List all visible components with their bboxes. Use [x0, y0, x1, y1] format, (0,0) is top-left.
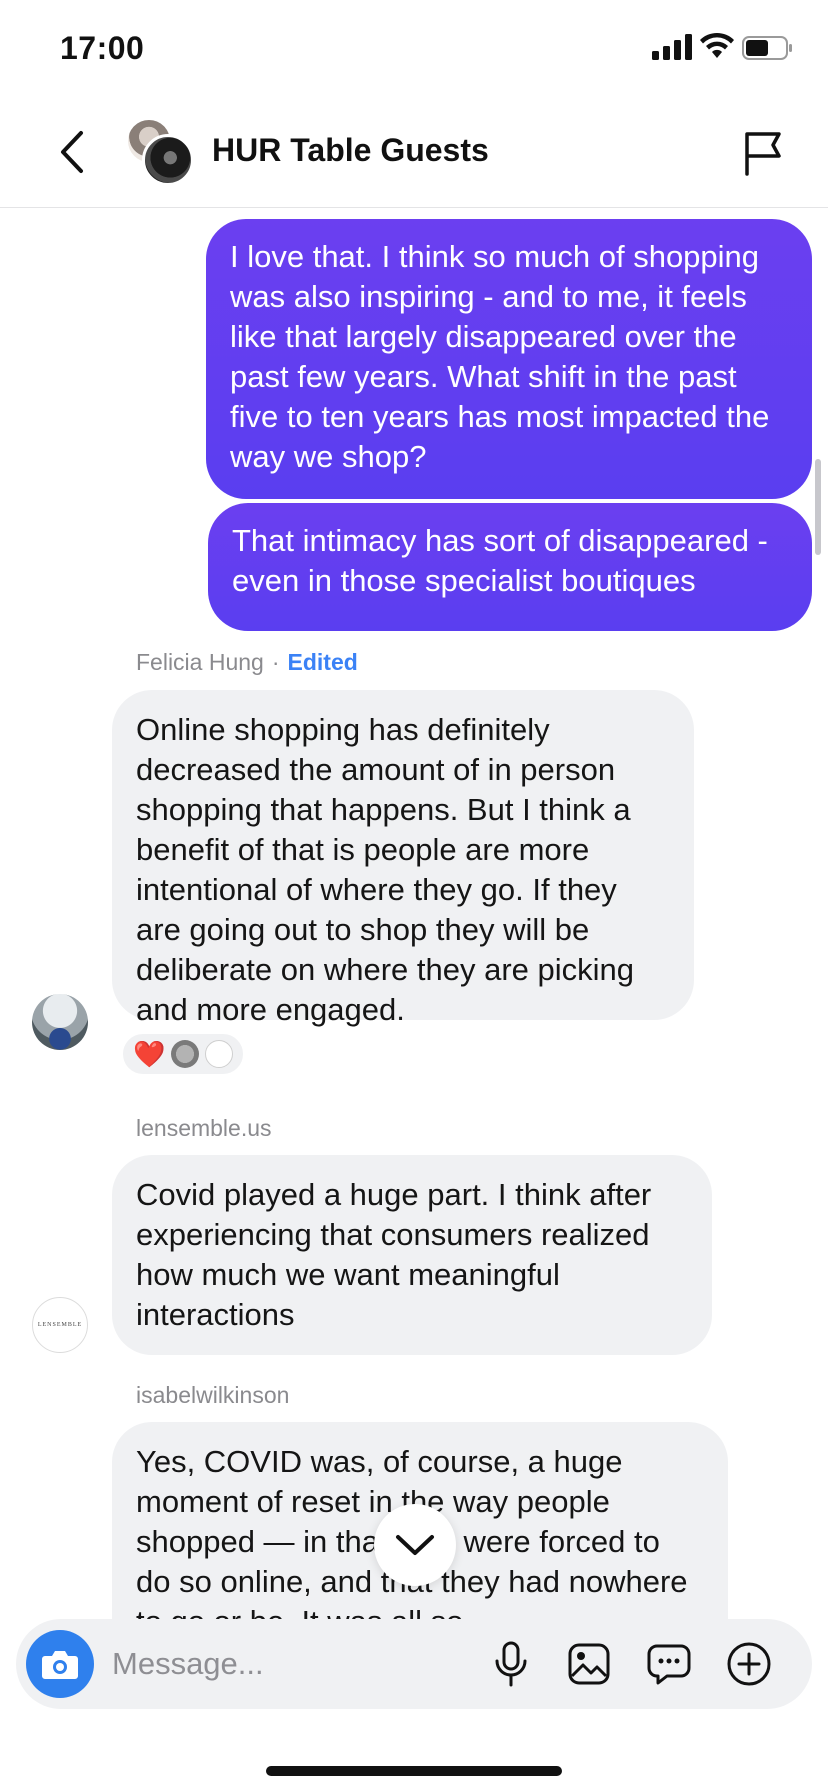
heart-icon: ❤️	[133, 1039, 166, 1069]
chevron-down-icon	[396, 1535, 434, 1555]
status-bar: 17:00	[0, 0, 828, 100]
microphone-icon	[495, 1641, 527, 1687]
battery-icon	[742, 36, 792, 60]
cellular-signal-icon	[652, 34, 692, 60]
message-composer	[16, 1619, 812, 1709]
scroll-to-bottom-button[interactable]	[374, 1504, 456, 1586]
sender-avatar[interactable]	[32, 994, 88, 1050]
camera-icon	[42, 1651, 78, 1679]
chat-title[interactable]: HUR Table Guests	[212, 132, 489, 169]
back-chevron-icon	[61, 131, 83, 173]
sender-name: Felicia Hung	[136, 649, 264, 675]
sender-avatar[interactable]: LENSEMBLE	[32, 1297, 88, 1353]
scrollbar[interactable]	[815, 459, 821, 555]
back-button[interactable]	[50, 124, 94, 180]
separator-dot: ·	[271, 649, 280, 675]
sender-name: isabelwilkinson	[136, 1382, 290, 1408]
group-avatar[interactable]	[126, 118, 194, 186]
gallery-icon	[568, 1643, 610, 1685]
member-avatar	[142, 134, 194, 186]
sender-name: lensemble.us	[136, 1115, 272, 1141]
reactor-avatar	[171, 1040, 200, 1068]
sticker-icon	[647, 1644, 691, 1685]
reactor-avatar	[205, 1040, 234, 1068]
wifi-icon	[700, 32, 734, 58]
microphone-button[interactable]	[486, 1639, 536, 1689]
sent-message[interactable]: I love that. I think so much of shopping…	[206, 219, 812, 499]
sender-name-row: Felicia Hung · Edited	[136, 649, 358, 676]
sticker-button[interactable]	[644, 1639, 694, 1689]
status-time: 17:00	[60, 30, 145, 66]
message-input[interactable]	[112, 1639, 472, 1689]
plus-icon	[727, 1642, 771, 1686]
gallery-button[interactable]	[564, 1639, 614, 1689]
message-reactions[interactable]: ❤️	[120, 1031, 247, 1077]
received-message[interactable]: Covid played a huge part. I think after …	[112, 1155, 712, 1355]
received-message[interactable]: Online shopping has definitely decreased…	[112, 690, 694, 1027]
home-indicator	[266, 1766, 562, 1776]
sent-message[interactable]: That intimacy has sort of disappeared - …	[208, 503, 812, 631]
more-options-button[interactable]	[724, 1639, 774, 1689]
flag-icon	[745, 132, 781, 176]
edited-label[interactable]: Edited	[288, 649, 358, 675]
camera-button[interactable]	[26, 1630, 94, 1698]
chat-header: HUR Table Guests	[0, 100, 828, 208]
avatar-logo-text: LENSEMBLE	[37, 1322, 83, 1328]
report-flag-button[interactable]	[738, 126, 788, 180]
message-thread[interactable]: I love that. I think so much of shopping…	[0, 209, 828, 1619]
